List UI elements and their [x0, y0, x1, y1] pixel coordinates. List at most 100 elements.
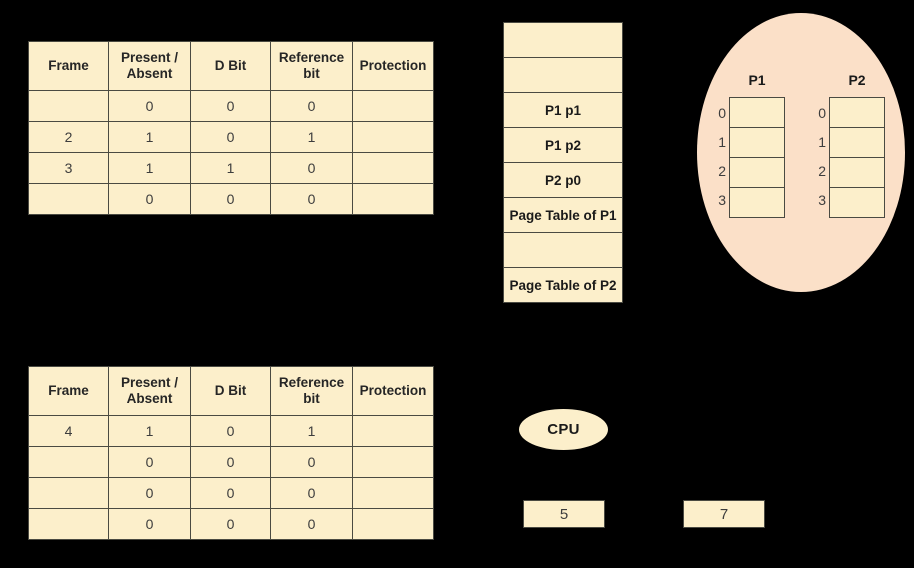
process-p2-index-0: 0: [818, 105, 826, 121]
memory-frame-row: Page Table of P1: [503, 197, 623, 233]
memory-frame-row: [503, 22, 623, 58]
column-header-frame-line1: Frame: [48, 383, 89, 399]
cell-frame: [28, 183, 109, 215]
cell-present-absent: 0: [108, 477, 191, 509]
cell-present-absent: 0: [108, 183, 191, 215]
process-table-row: [829, 157, 885, 188]
column-header-protection: Protection: [352, 366, 434, 416]
memory-frame-row: P1 p2: [503, 127, 623, 163]
column-header-present-absent: Present / Absent: [108, 41, 191, 91]
column-header-reference-bit: Reference bit: [270, 366, 353, 416]
column-header-d-bit: D Bit: [190, 366, 271, 416]
cell-reference-bit: 0: [270, 183, 353, 215]
cell-reference-bit: 0: [270, 90, 353, 122]
cell-frame: 4: [28, 415, 109, 447]
cell-protection: [352, 446, 434, 478]
value-box-7: 7: [683, 500, 765, 528]
memory-frame-cell: P1 p2: [503, 127, 623, 163]
process-p1-entry-3: [729, 187, 785, 218]
cell-protection: [352, 415, 434, 447]
table-row: 0 0 0: [28, 183, 434, 215]
cell-reference-bit: 1: [270, 121, 353, 153]
cell-protection: [352, 90, 434, 122]
process-table-p1: [729, 97, 785, 218]
cell-d-bit: 1: [190, 152, 271, 184]
process-p2-index-3: 3: [818, 192, 826, 208]
memory-frame-cell: [503, 22, 623, 58]
cell-reference-bit: 0: [270, 477, 353, 509]
process-p1-entry-0: [729, 97, 785, 128]
process-p1-index-1: 1: [718, 134, 726, 150]
process-table-row: [829, 97, 885, 128]
cell-d-bit: 0: [190, 121, 271, 153]
main-memory-frames: P1 p1 P1 p2 P2 p0 Page Table of P1 Page …: [503, 22, 623, 303]
memory-frame-cell: Page Table of P2: [503, 267, 623, 303]
memory-frame-row: [503, 57, 623, 93]
cell-protection: [352, 477, 434, 509]
column-header-d-bit: D Bit: [190, 41, 271, 91]
memory-frame-cell: Page Table of P1: [503, 197, 623, 233]
process-table-row: [829, 127, 885, 158]
column-header-protection-line1: Protection: [359, 383, 427, 399]
table-row: 0 0 0: [28, 508, 434, 540]
table-row: 4 1 0 1: [28, 415, 434, 447]
column-header-reference-bit: Reference bit: [270, 41, 353, 91]
cell-present-absent: 1: [108, 415, 191, 447]
value-box-5: 5: [523, 500, 605, 528]
process-title-p2: P2: [848, 72, 866, 88]
process-p1-entry-2: [729, 157, 785, 188]
column-header-frame: Frame: [28, 41, 109, 91]
cell-d-bit: 0: [190, 477, 271, 509]
cell-d-bit: 0: [190, 446, 271, 478]
cell-frame: [28, 508, 109, 540]
process-p2-index-1: 1: [818, 134, 826, 150]
memory-frame-cell: [503, 57, 623, 93]
process-p2-entry-0: [829, 97, 885, 128]
cell-frame: [28, 90, 109, 122]
process-p1-index-2: 2: [718, 163, 726, 179]
memory-frame-cell: [503, 232, 623, 268]
process-table-row: [729, 157, 785, 188]
process-table-row: [729, 187, 785, 218]
table-row: 3 1 1 0: [28, 152, 434, 184]
process-p2-entry-3: [829, 187, 885, 218]
process-title-p1: P1: [748, 72, 766, 88]
column-header-present-absent-line1: Present /: [120, 375, 179, 391]
column-header-present-absent-line1: Present /: [120, 50, 179, 66]
cell-frame: [28, 477, 109, 509]
memory-frame-row: Page Table of P2: [503, 267, 623, 303]
table-row: 0 0 0: [28, 90, 434, 122]
page-table-1: Frame Present / Absent D Bit Reference b…: [28, 41, 434, 215]
column-header-d-bit-line1: D Bit: [214, 383, 247, 399]
table-row: 0 0 0: [28, 477, 434, 509]
diagram-canvas: Frame Present / Absent D Bit Reference b…: [0, 0, 914, 568]
cell-d-bit: 0: [190, 183, 271, 215]
memory-frame-cell: P2 p0: [503, 162, 623, 198]
memory-frame-row: P2 p0: [503, 162, 623, 198]
process-table-row: [729, 127, 785, 158]
process-p1-index-3: 3: [718, 192, 726, 208]
process-table-row: [829, 187, 885, 218]
table-row: 0 0 0: [28, 446, 434, 478]
cell-present-absent: 0: [108, 90, 191, 122]
cell-present-absent: 0: [108, 446, 191, 478]
memory-frame-row: P1 p1: [503, 92, 623, 128]
process-p2-index-2: 2: [818, 163, 826, 179]
process-p2-entry-2: [829, 157, 885, 188]
page-table-2: Frame Present / Absent D Bit Reference b…: [28, 366, 434, 540]
cell-frame: 3: [28, 152, 109, 184]
cell-present-absent: 0: [108, 508, 191, 540]
process-p1-entry-1: [729, 127, 785, 158]
memory-frame-row: [503, 232, 623, 268]
memory-frame-cell: P1 p1: [503, 92, 623, 128]
cpu-node: CPU: [519, 409, 608, 450]
page-table-1-header-row: Frame Present / Absent D Bit Reference b…: [28, 41, 434, 91]
cell-d-bit: 0: [190, 90, 271, 122]
cell-frame: 2: [28, 121, 109, 153]
column-header-protection-line1: Protection: [359, 58, 427, 74]
process-p1-index-0: 0: [718, 105, 726, 121]
column-header-reference-bit-line1: Reference: [278, 50, 345, 66]
process-p2-entry-1: [829, 127, 885, 158]
column-header-reference-bit-line1: Reference: [278, 375, 345, 391]
column-header-reference-bit-line2: bit: [303, 66, 320, 81]
